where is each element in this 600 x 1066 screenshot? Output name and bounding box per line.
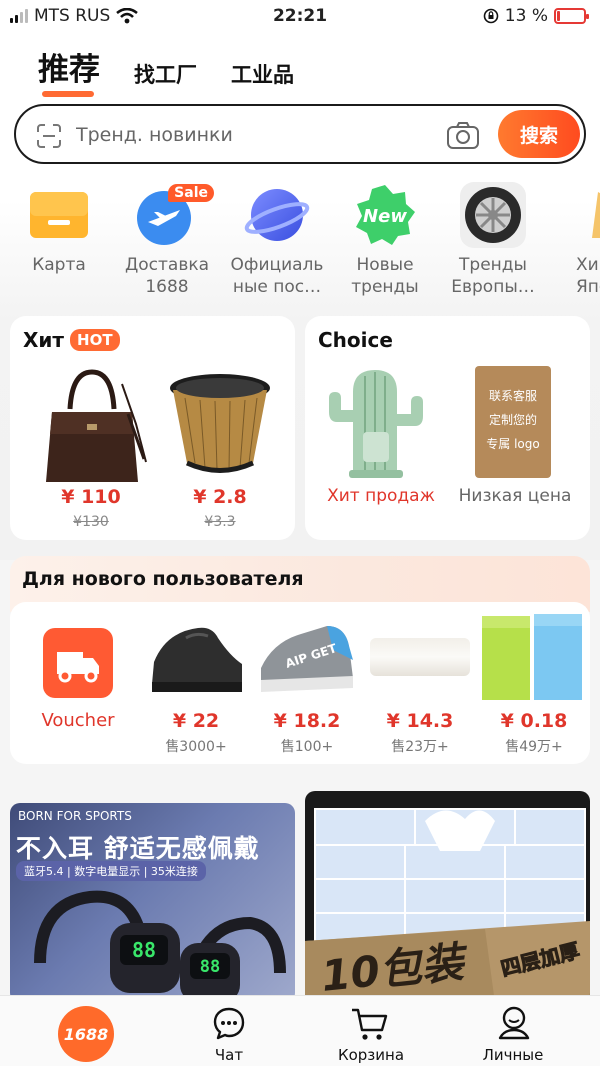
sale-badge: Sale bbox=[168, 184, 214, 202]
product-price: ¥ 0.18 bbox=[500, 710, 568, 732]
chat-icon bbox=[213, 1007, 245, 1040]
voucher-icon[interactable] bbox=[43, 628, 113, 698]
hit-price: ¥ 110 bbox=[61, 486, 121, 508]
rotation-lock-icon bbox=[483, 8, 499, 24]
tissues-image: 10包装 四层加厚 bbox=[305, 808, 590, 1003]
product-price: ¥ 18.2 bbox=[273, 710, 341, 732]
choice-title: Choice bbox=[318, 328, 393, 352]
nav-home[interactable]: 1688 bbox=[0, 996, 150, 1066]
product-sold: 售49万+ bbox=[505, 739, 563, 755]
planet-icon bbox=[244, 182, 310, 248]
camera-icon[interactable] bbox=[446, 120, 480, 150]
product-sold: 售23万+ bbox=[391, 739, 449, 755]
tab-find-factory[interactable]: 找工厂 bbox=[134, 59, 197, 97]
status-bar: MTS RUS 22:21 13 % bbox=[0, 0, 600, 34]
coffee-filter-image[interactable] bbox=[165, 368, 275, 483]
hit-card[interactable]: Хит HOT ¥ 110 ¥130 ¥ 2.8 ¥3.3 bbox=[10, 316, 295, 540]
new-user-title: Для нового пользователя bbox=[22, 568, 304, 590]
choice-label: Низкая цена bbox=[458, 486, 572, 506]
nav-label: Личные bbox=[482, 1046, 544, 1064]
tab-recommend[interactable]: 推荐 bbox=[38, 44, 100, 97]
partial-icon bbox=[568, 182, 600, 248]
nav-label: Корзина bbox=[337, 1046, 405, 1064]
nav-cart[interactable]: Корзина bbox=[296, 996, 446, 1066]
nav-chat[interactable]: Чат bbox=[154, 996, 304, 1066]
cactus-holder-image[interactable] bbox=[323, 362, 433, 482]
earbuds-image: 88 88 bbox=[34, 890, 286, 1003]
category-card[interactable]: Карта bbox=[4, 182, 114, 276]
nav-label: Чат bbox=[214, 1046, 244, 1064]
home-logo-icon: 1688 bbox=[58, 1006, 114, 1062]
product-price: ¥ 14.3 bbox=[386, 710, 454, 732]
svg-text:88: 88 bbox=[200, 957, 220, 977]
category-japan[interactable]: Хи Япон bbox=[546, 182, 600, 298]
search-bar: 搜索 bbox=[14, 104, 586, 164]
search-input[interactable] bbox=[76, 118, 436, 152]
tire-icon bbox=[460, 182, 526, 248]
grey-shoe-image[interactable]: AIP GET bbox=[257, 612, 357, 702]
card-icon bbox=[26, 182, 92, 248]
profile-icon bbox=[498, 1006, 530, 1040]
tab-industrial[interactable]: 工业品 bbox=[231, 59, 294, 97]
earbuds-banner[interactable]: BORN FOR SPORTS 不入耳 舒适无感佩戴 蓝牙5.4 | 数字电量显… bbox=[10, 803, 295, 1003]
hit-old-price: ¥3.3 bbox=[204, 514, 236, 530]
custom-logo-box[interactable]: 联系客服 定制您的 专属 logo bbox=[475, 366, 551, 478]
category-delivery[interactable]: Sale Доставка 1688 bbox=[112, 182, 222, 298]
top-tabs: 推荐 找工厂 工业品 bbox=[38, 44, 294, 97]
tissues-banner[interactable]: 10包装 四层加厚 bbox=[305, 791, 590, 1003]
plane-icon: Sale bbox=[134, 182, 214, 248]
hot-badge: HOT bbox=[70, 329, 120, 351]
nav-profile[interactable]: Личные bbox=[438, 996, 588, 1066]
hit-title: Хит HOT bbox=[23, 328, 120, 352]
category-row: Карта Sale Доставка 1688 Официаль ные по… bbox=[0, 182, 600, 302]
scan-icon[interactable] bbox=[36, 123, 62, 149]
product-sold: 售3000+ bbox=[165, 739, 227, 755]
search-button[interactable]: 搜索 bbox=[498, 110, 580, 158]
choice-label: Хит продаж bbox=[327, 486, 435, 506]
new-badge-icon: New bbox=[352, 182, 418, 248]
banner-headline: 不入耳 舒适无感佩戴 bbox=[16, 834, 260, 863]
category-new-trends[interactable]: New Новые тренды bbox=[330, 182, 440, 298]
packaging-bags-image[interactable] bbox=[480, 610, 584, 706]
banner-subtitle: 蓝牙5.4 | 数字电量显示 | 35米连接 bbox=[16, 861, 206, 881]
black-shoe-image[interactable] bbox=[146, 612, 246, 702]
svg-text:New: New bbox=[363, 206, 407, 227]
battery-percent: 13 % bbox=[504, 6, 548, 26]
choice-card[interactable]: Choice 联系客服 定制您的 专属 logo Хит продаж Низк… bbox=[305, 316, 590, 540]
category-europe-trends[interactable]: Тренды Европы… bbox=[438, 182, 548, 298]
hit-price: ¥ 2.8 bbox=[193, 486, 247, 508]
svg-text:88: 88 bbox=[132, 938, 156, 962]
cart-icon bbox=[352, 1008, 388, 1040]
category-official[interactable]: Официаль ные пос… bbox=[222, 182, 332, 298]
banner-tag: BORN FOR SPORTS bbox=[18, 809, 132, 823]
product-sold: 售100+ bbox=[280, 739, 334, 755]
new-user-card: Voucher AIP GET ¥ 22 售3000+ ¥ 18.2 售100+… bbox=[10, 602, 590, 764]
product-price: ¥ 22 bbox=[172, 710, 220, 732]
bottom-nav: 1688 Чат Корзина Личные bbox=[0, 995, 600, 1066]
voucher-label[interactable]: Voucher bbox=[28, 710, 128, 731]
handbag-image[interactable] bbox=[32, 364, 152, 489]
roller-image[interactable] bbox=[370, 638, 470, 676]
battery-icon bbox=[554, 8, 589, 24]
hit-old-price: ¥130 bbox=[73, 514, 109, 530]
